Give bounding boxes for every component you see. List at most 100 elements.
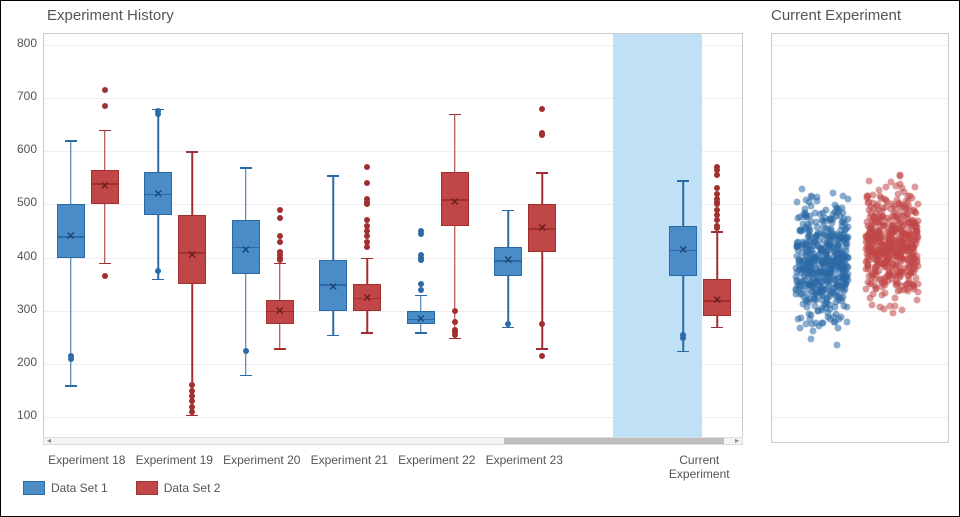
scatter-dot [909, 258, 916, 265]
scatter-dot [904, 281, 911, 288]
scatter-dot [804, 296, 811, 303]
scatter-dot [806, 310, 813, 317]
boxplot: ✕ [144, 34, 172, 443]
scatter-dot [897, 235, 904, 242]
scroll-left-arrow[interactable]: ◂ [44, 437, 54, 445]
scatter-dot [802, 210, 809, 217]
scatter-dot [812, 296, 819, 303]
scatter-dot [886, 245, 893, 252]
legend-item-2: Data Set 2 [136, 481, 221, 495]
scatter-dot [896, 272, 903, 279]
scatter-dot [809, 327, 816, 334]
scatter-dot [793, 198, 800, 205]
scatter-dot [868, 279, 875, 286]
scatter-dot [826, 258, 833, 265]
scroll-right-arrow[interactable]: ▸ [732, 437, 742, 445]
plot-area-current [771, 33, 949, 443]
scatter-dot [834, 341, 841, 348]
scatter-dot [866, 224, 873, 231]
scatter-dot [887, 179, 894, 186]
scatter-dot [797, 324, 804, 331]
scatter-dot [839, 204, 846, 211]
scatter-dot [904, 246, 911, 253]
scatter-dot [900, 228, 907, 235]
scatter-dot [826, 236, 833, 243]
scatter-dot [896, 220, 903, 227]
scatter-dot [843, 319, 850, 326]
y-tick-label: 600 [3, 142, 37, 156]
scatter-dot [880, 204, 887, 211]
boxplot: ✕ [178, 34, 206, 443]
boxplot: ✕ [266, 34, 294, 443]
scatter-dot [892, 295, 899, 302]
y-tick-label: 800 [3, 36, 37, 50]
scatter-dot [805, 199, 812, 206]
scatter-dot [912, 184, 919, 191]
scatter-dot [869, 192, 876, 199]
scatter-dot [818, 319, 825, 326]
scatter-dot [890, 309, 897, 316]
scatter-dot [834, 289, 841, 296]
scatter-dot [869, 302, 876, 309]
scatter-dot [795, 315, 802, 322]
scatter-dot [880, 221, 887, 228]
x-category-label: Experiment 23 [479, 453, 569, 467]
scatter-dot [813, 218, 820, 225]
scatter-dot [813, 197, 820, 204]
scatter-dot [793, 285, 800, 292]
scatter-dot [794, 252, 801, 259]
scatter-dot [822, 218, 829, 225]
scatter-dot [844, 264, 851, 271]
chart-title-right: Current Experiment [771, 7, 901, 24]
scatter-dot [865, 177, 872, 184]
scatter-dot [892, 212, 899, 219]
scatter-dot [798, 186, 805, 193]
scatter-dot [828, 226, 835, 233]
boxplot: ✕ [407, 34, 435, 443]
scatter-dot [806, 231, 813, 238]
boxplot: ✕ [528, 34, 556, 443]
scatter-dot [912, 209, 919, 216]
scroll-thumb[interactable] [504, 438, 724, 444]
scatter-dot [812, 238, 819, 245]
scatter-dot [888, 265, 895, 272]
scatter-dot [908, 231, 915, 238]
scatter-dot [839, 293, 846, 300]
scatter-dot [829, 189, 836, 196]
boxplot: ✕ [703, 34, 731, 443]
horizontal-scrollbar[interactable]: ◂ ▸ [43, 437, 743, 445]
boxplot: ✕ [441, 34, 469, 443]
scatter-dot [793, 244, 800, 251]
scatter-dot [844, 195, 851, 202]
legend-label-1: Data Set 1 [51, 481, 108, 495]
scatter-dot [865, 200, 872, 207]
boxplot: ✕ [319, 34, 347, 443]
scatter-dot [804, 304, 811, 311]
plot-area-history: ✕✕✕✕✕✕✕✕✕✕✕✕✕✕ [43, 33, 743, 443]
scatter-dot [896, 173, 903, 180]
x-category-label: Experiment 20 [217, 453, 307, 467]
scatter-dot [827, 288, 834, 295]
y-tick-label: 200 [3, 355, 37, 369]
x-category-label: Experiment 19 [129, 453, 219, 467]
legend-swatch-2 [136, 481, 158, 495]
scatter-dot [816, 251, 823, 258]
scatter-dot [906, 193, 913, 200]
scatter-dot [843, 225, 850, 232]
y-tick-label: 700 [3, 89, 37, 103]
scatter-dot [841, 215, 848, 222]
scatter-dot [841, 303, 848, 310]
scatter-dot [877, 248, 884, 255]
scatter-dot [804, 252, 811, 259]
scatter-dot [843, 235, 850, 242]
x-category-label: Experiment 18 [42, 453, 132, 467]
scatter-dot [881, 290, 888, 297]
scatter-dot [911, 285, 918, 292]
scatter-dot [877, 231, 884, 238]
x-category-label: Current Experiment [654, 453, 744, 481]
scatter-dot [870, 290, 877, 297]
scatter-dot [863, 285, 870, 292]
scatter-dot [842, 275, 849, 282]
legend-swatch-1 [23, 481, 45, 495]
y-tick-label: 400 [3, 249, 37, 263]
